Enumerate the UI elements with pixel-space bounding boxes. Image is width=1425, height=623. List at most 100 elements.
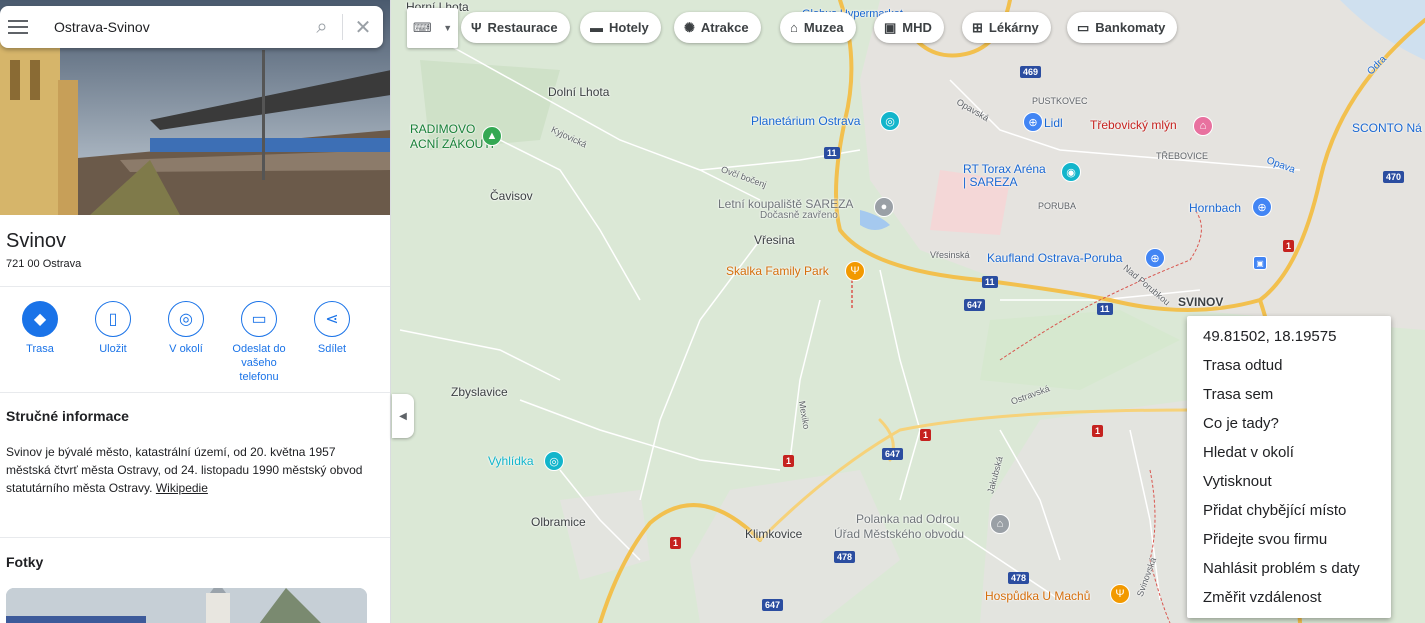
road-shield: 11 <box>824 147 840 159</box>
map-label: RADIMOVO <box>410 122 476 136</box>
photos-heading: Fotky <box>6 554 44 570</box>
chip-label: Muzea <box>803 20 844 35</box>
restaurant-pin-icon[interactable]: Ψ <box>1110 584 1130 604</box>
chip-attractions[interactable]: ✺ Atrakce <box>674 12 761 43</box>
road-shield: 1 <box>920 429 932 441</box>
map-label: Hospůdka U Machů <box>985 589 1091 603</box>
venue-pin-icon[interactable]: ◉ <box>1061 162 1081 182</box>
send-to-phone-button[interactable]: ▭ Odeslat do vašeho telefonu <box>222 301 296 384</box>
context-menu: 49.81502, 18.19575 Trasa odtud Trasa sem… <box>1187 316 1391 618</box>
museum-pin-icon[interactable]: ◎ <box>880 111 900 131</box>
save-button[interactable]: ▯ Uložit <box>76 301 150 356</box>
divider <box>0 537 390 538</box>
nearby-button[interactable]: ◎ V okolí <box>149 301 223 356</box>
map-label: Třebovický mlýn <box>1090 118 1177 132</box>
map-label: Zbyslavice <box>451 385 508 399</box>
close-icon[interactable]: ✕ <box>343 6 383 48</box>
context-report-problem[interactable]: Nahlásit problém s daty <box>1187 554 1391 583</box>
action-label: Uložit <box>99 343 127 355</box>
road-shield: 478 <box>834 551 856 563</box>
viewpoint-pin-icon[interactable]: ◎ <box>544 451 564 471</box>
context-directions-to[interactable]: Trasa sem <box>1187 380 1391 409</box>
road-shield: 11 <box>1097 303 1113 315</box>
transit-pin-icon[interactable]: ▣ <box>1253 256 1267 270</box>
park-pin-icon[interactable]: ▲ <box>482 126 502 146</box>
wikipedia-link[interactable]: Wikipedie <box>156 481 208 495</box>
map-label: Skalka Family Park <box>726 264 829 278</box>
chip-label: Atrakce <box>700 20 749 35</box>
attraction-pin-icon[interactable]: ⌂ <box>1193 116 1213 136</box>
road-shield: 647 <box>964 299 986 311</box>
chip-label: Restaurace <box>487 20 558 35</box>
chip-museums[interactable]: ⌂ Muzea <box>780 12 856 43</box>
map-label: Dočasně zavřeno <box>760 210 838 221</box>
museum-icon: ⌂ <box>790 20 798 35</box>
road-shield: 470 <box>1383 171 1405 183</box>
share-icon: ⋖ <box>314 301 350 337</box>
context-search-nearby[interactable]: Hledat v okolí <box>1187 438 1391 467</box>
chip-label: MHD <box>902 20 932 35</box>
directions-button[interactable]: ◆ Trasa <box>3 301 77 356</box>
info-heading: Stručné informace <box>6 408 129 424</box>
pharmacy-icon: ⊞ <box>972 19 983 35</box>
send-to-phone-icon: ▭ <box>241 301 277 337</box>
context-directions-from[interactable]: Trasa odtud <box>1187 351 1391 380</box>
map-label: Hornbach <box>1189 201 1242 215</box>
hotel-icon: ▬ <box>590 20 603 35</box>
place-title: Svinov <box>6 230 67 252</box>
restaurant-pin-icon[interactable]: Ψ <box>845 261 865 281</box>
transit-icon: ▣ <box>884 19 897 35</box>
search-box[interactable]: Ostrava-Svinov ⌕ ✕ <box>0 6 383 48</box>
shopping-pin-icon[interactable]: ⊕ <box>1252 197 1272 217</box>
search-icon[interactable]: ⌕ <box>302 6 342 48</box>
context-add-business[interactable]: Přidejte svou firmu <box>1187 525 1391 554</box>
context-measure-distance[interactable]: Změřit vzdálenost <box>1187 583 1391 612</box>
context-coords[interactable]: 49.81502, 18.19575 <box>1187 322 1391 351</box>
menu-icon[interactable] <box>8 20 28 34</box>
place-panel: Svinov 721 00 Ostrava ◆ Trasa ▯ Uložit ◎… <box>0 0 391 623</box>
map-label: TŘEBOVICE <box>1156 151 1209 161</box>
chip-atms[interactable]: ▭ Bankomaty <box>1067 12 1178 43</box>
place-pin-icon[interactable]: ● <box>874 197 894 217</box>
place-address: 721 00 Ostrava <box>6 258 82 270</box>
attractions-icon: ✺ <box>684 19 695 35</box>
map-label: SVINOV <box>1178 295 1224 309</box>
shopping-pin-icon[interactable]: ⊕ <box>1145 248 1165 268</box>
keyboard-icon: ⌨ <box>412 20 432 35</box>
map-label: Vyhlídka <box>488 454 534 468</box>
action-label: Odeslat do vašeho telefonu <box>232 343 286 383</box>
context-add-missing-place[interactable]: Přidat chybějící místo <box>1187 496 1391 525</box>
context-whats-here[interactable]: Co je tady? <box>1187 409 1391 438</box>
photo-thumbnail[interactable] <box>6 588 367 623</box>
map-label: Vřesinská <box>930 250 970 260</box>
collapse-panel-button[interactable]: ◀ <box>392 394 414 438</box>
map-label: Planetárium Ostrava <box>751 114 861 128</box>
chip-label: Hotely <box>609 20 649 35</box>
directions-icon: ◆ <box>22 301 58 337</box>
chevron-left-icon: ◀ <box>399 410 407 422</box>
map-label: Klimkovice <box>745 527 803 541</box>
search-input[interactable]: Ostrava-Svinov <box>54 19 302 35</box>
map-label: Kaufland Ostrava-Poruba <box>987 251 1123 265</box>
map-label: PUSTKOVEC <box>1032 96 1088 106</box>
chevron-down-icon: ▼ <box>443 23 453 33</box>
divider <box>0 392 390 393</box>
input-tools-button[interactable]: ⌨ ▼ <box>407 8 458 48</box>
chip-transit[interactable]: ▣ MHD <box>874 12 944 43</box>
map-label: Dolní Lhota <box>548 85 610 99</box>
map-label: Vřesina <box>754 233 795 247</box>
share-button[interactable]: ⋖ Sdílet <box>295 301 369 356</box>
divider <box>0 286 390 287</box>
government-pin-icon[interactable]: ⌂ <box>990 514 1010 534</box>
chip-hotels[interactable]: ▬ Hotely <box>580 12 661 43</box>
context-print[interactable]: Vytisknout <box>1187 467 1391 496</box>
chip-pharmacies[interactable]: ⊞ Lékárny <box>962 12 1051 43</box>
map-label: Letní koupaliště SAREZA <box>718 197 854 211</box>
road-shield: 478 <box>1008 572 1030 584</box>
bookmark-icon: ▯ <box>95 301 131 337</box>
road-shield: 11 <box>982 276 998 288</box>
atm-icon: ▭ <box>1077 19 1090 35</box>
road-shield: 469 <box>1020 66 1042 78</box>
chip-restaurants[interactable]: Ψ Restaurace <box>461 12 570 43</box>
road-shield: 1 <box>670 537 682 549</box>
